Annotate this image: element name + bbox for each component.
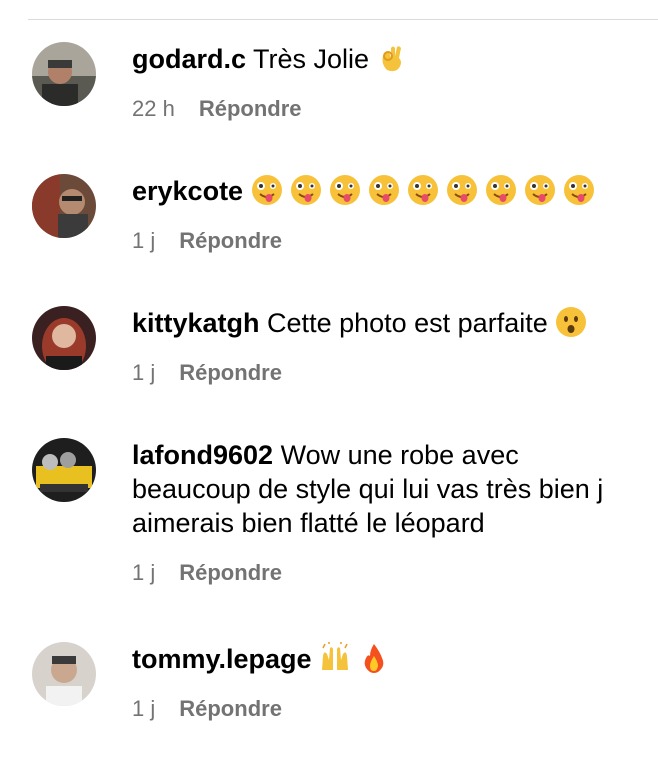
zany-face-emoji	[368, 174, 400, 206]
zany-face-emoji	[329, 174, 361, 206]
comment-username[interactable]: erykcote	[132, 176, 243, 206]
avatar-godard-c[interactable]	[32, 42, 96, 106]
comment-username[interactable]: lafond9602	[132, 440, 273, 470]
comment-message: Très Jolie	[253, 44, 370, 74]
reply-button[interactable]: Répondre	[199, 96, 302, 122]
comment-time: 1 j	[132, 360, 156, 385]
zany-face-emoji	[563, 174, 595, 206]
comment-time: 1 j	[132, 560, 156, 585]
comment-text: tommy.lepage	[132, 642, 632, 676]
avatar-kittykatgh[interactable]	[32, 306, 96, 370]
zany-face-emoji	[290, 174, 322, 206]
comment-meta: 1 j Répondre	[132, 360, 282, 386]
zany-face-emoji	[446, 174, 478, 206]
comment-time: 22 h	[132, 96, 175, 121]
comment-meta: 1 j Répondre	[132, 696, 282, 722]
comment-time: 1 j	[132, 228, 156, 253]
zany-face-emoji	[251, 174, 283, 206]
zany-face-emoji	[485, 174, 517, 206]
comment-message: Cette photo est parfaite	[267, 308, 548, 338]
avatar-erykcote[interactable]	[32, 174, 96, 238]
reply-button[interactable]: Répondre	[179, 360, 282, 386]
comment-meta: 1 j Répondre	[132, 228, 282, 254]
reply-button[interactable]: Répondre	[179, 228, 282, 254]
reply-button[interactable]: Répondre	[179, 696, 282, 722]
comment-text: kittykatgh Cette photo est parfaite	[132, 306, 632, 340]
avatar-tommy-lepage[interactable]	[32, 642, 96, 706]
fire-emoji	[358, 642, 390, 674]
comment-username[interactable]: kittykatgh	[132, 308, 260, 338]
comment-username[interactable]: godard.c	[132, 44, 246, 74]
comment-text: erykcote	[132, 174, 632, 208]
avatar-lafond9602[interactable]	[32, 438, 96, 502]
top-divider	[0, 0, 658, 20]
ok-hand-emoji	[377, 42, 409, 74]
zany-face-emoji	[407, 174, 439, 206]
comment-meta: 1 j Répondre	[132, 560, 282, 586]
comment-text: godard.c Très Jolie	[132, 42, 632, 76]
reply-button[interactable]: Répondre	[179, 560, 282, 586]
surprised-face-emoji	[555, 306, 587, 338]
raising-hands-emoji	[319, 642, 351, 674]
comment-time: 1 j	[132, 696, 156, 721]
comment-text: lafond9602 Wow une robe avec beaucoup de…	[132, 438, 632, 540]
zany-face-emoji	[524, 174, 556, 206]
comment-meta: 22 h Répondre	[132, 96, 302, 122]
comment-username[interactable]: tommy.lepage	[132, 644, 312, 674]
